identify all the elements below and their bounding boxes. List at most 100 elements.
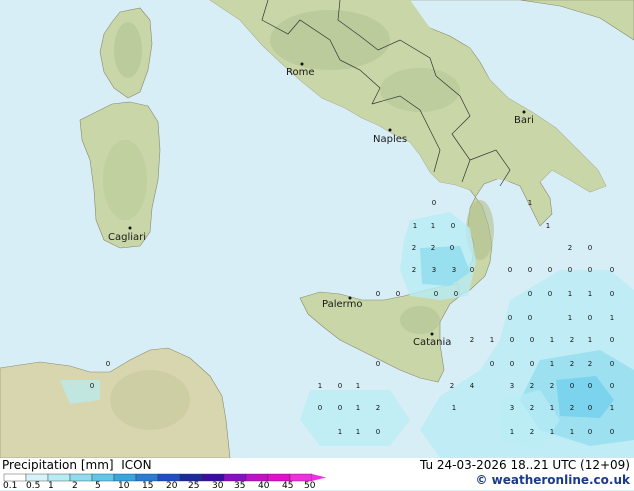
precip-value: 1 (356, 428, 360, 436)
precip-value: 2 (570, 404, 574, 412)
precip-value: 0 (610, 360, 614, 368)
precip-value: 1 (550, 428, 554, 436)
precip-value: 0 (451, 222, 455, 230)
precip-value: 3 (452, 266, 456, 274)
precip-value: 0 (434, 290, 438, 298)
precip-value: 3 (510, 404, 514, 412)
scale-swatch (179, 473, 203, 482)
precip-value: 0 (338, 382, 342, 390)
precip-value: 1 (550, 404, 554, 412)
precip-value: 2 (450, 382, 454, 390)
precip-value: 2 (570, 336, 574, 344)
precip-value: 2 (376, 404, 380, 412)
precip-value: 2 (530, 382, 534, 390)
legend-bar: Precipitation [mm] ICON Tu 24-03-2026 18… (0, 458, 634, 491)
precip-value: 0 (528, 266, 532, 274)
precip-value: 1 (452, 404, 456, 412)
precip-value: 1 (610, 404, 614, 412)
scale-swatch (91, 473, 115, 482)
precip-value: 1 (528, 199, 532, 207)
scale-swatch (25, 473, 49, 482)
precip-value: 0 (90, 382, 94, 390)
precipitation-map: Rome Bari Naples Cagliari Palermo Catani… (0, 0, 634, 458)
precip-value: 2 (550, 382, 554, 390)
forecast-datetime: Tu 24-03-2026 18..21 UTC (12+09) (419, 458, 630, 472)
legend-title-text: Precipitation [mm] (2, 458, 114, 472)
model-name: ICON (121, 458, 152, 472)
precip-value: 0 (376, 428, 380, 436)
precip-value: 0 (396, 290, 400, 298)
precip-value: 0 (338, 404, 342, 412)
precip-value: 1 (588, 336, 592, 344)
precip-value: 2 (568, 244, 572, 252)
precip-value: 0 (588, 428, 592, 436)
scale-swatch (289, 473, 313, 482)
precip-value: 2 (588, 360, 592, 368)
precip-value: 0 (318, 404, 322, 412)
precip-value: 0 (588, 382, 592, 390)
precip-value: 1 (356, 382, 360, 390)
precip-value: 2 (470, 336, 474, 344)
scale-swatch (113, 473, 137, 482)
precip-value: 2 (530, 404, 534, 412)
scale-swatch (201, 473, 225, 482)
precip-value: 0 (376, 290, 380, 298)
precip-value: 0 (470, 266, 474, 274)
scale-swatch (47, 473, 71, 482)
city-label-rome: Rome (286, 67, 315, 78)
precip-value: 0 (588, 314, 592, 322)
precip-value: 0 (508, 266, 512, 274)
precip-value: 0 (588, 404, 592, 412)
precip-value: 0 (610, 266, 614, 274)
precip-value: 1 (413, 222, 417, 230)
precip-value: 0 (548, 266, 552, 274)
legend-title: Precipitation [mm] ICON (2, 458, 152, 472)
precip-value: 3 (432, 266, 436, 274)
precip-value: 1 (550, 360, 554, 368)
precip-value: 1 (610, 314, 614, 322)
precip-value: 2 (431, 244, 435, 252)
precip-value: 0 (568, 266, 572, 274)
precip-value: 2 (530, 428, 534, 436)
precip-value: 0 (432, 199, 436, 207)
precip-value: 0 (376, 360, 380, 368)
scale-swatch (157, 473, 181, 482)
precip-value: 3 (510, 382, 514, 390)
precip-value: 0 (528, 290, 532, 298)
precip-value: 0 (570, 382, 574, 390)
precip-value: 0 (610, 336, 614, 344)
precip-value: 0 (530, 336, 534, 344)
precip-value: 0 (530, 360, 534, 368)
precip-value: 1 (588, 290, 592, 298)
precip-value: 2 (412, 244, 416, 252)
precip-value: 1 (490, 336, 494, 344)
precip-value: 0 (610, 428, 614, 436)
scale-swatch (3, 473, 27, 482)
precip-value: 0 (106, 360, 110, 368)
city-label-cagliari: Cagliari (108, 232, 146, 243)
precip-value: 2 (412, 266, 416, 274)
precip-value: 4 (470, 382, 475, 390)
precip-value: 0 (454, 290, 458, 298)
precip-value: 1 (570, 428, 574, 436)
precip-value: 1 (356, 404, 360, 412)
precip-value: 1 (550, 336, 554, 344)
city-label-catania: Catania (413, 337, 451, 348)
precip-value: 0 (510, 360, 514, 368)
scale-swatch (135, 473, 159, 482)
precip-value: 1 (318, 382, 322, 390)
city-label-palermo: Palermo (322, 299, 362, 310)
precip-value: 0 (588, 244, 592, 252)
precip-value: 0 (588, 266, 592, 274)
precip-value: 1 (568, 314, 572, 322)
scale-swatch (223, 473, 247, 482)
precip-value: 0 (490, 360, 494, 368)
precip-value: 1 (431, 222, 435, 230)
precip-value: 1 (546, 222, 550, 230)
precip-value: 0 (528, 314, 532, 322)
credit-link[interactable]: © weatheronline.co.uk (475, 473, 630, 487)
city-label-naples: Naples (373, 134, 407, 145)
precip-value: 0 (610, 382, 614, 390)
scale-swatch (267, 473, 291, 482)
precip-value: 1 (338, 428, 342, 436)
